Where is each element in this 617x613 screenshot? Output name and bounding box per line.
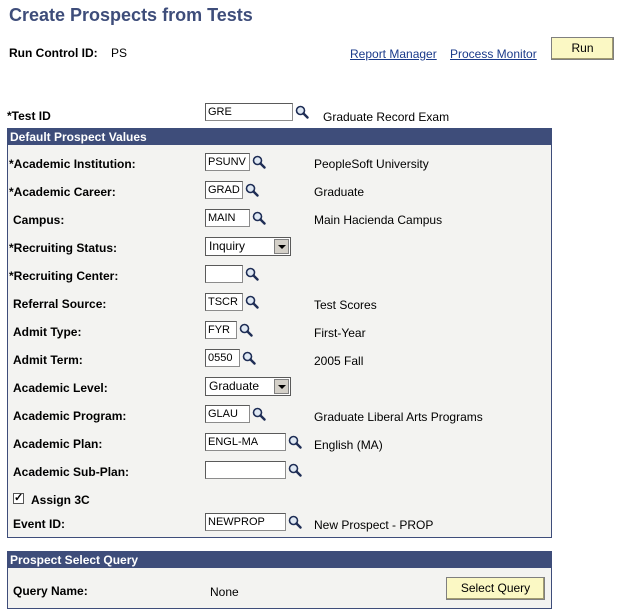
prospect-select-query-header: Prospect Select Query xyxy=(8,552,551,568)
recruiting-status-label: *Recruiting Status: xyxy=(9,241,118,255)
recruiting-center-label: *Recruiting Center: xyxy=(9,269,119,283)
academic-institution-desc: PeopleSoft University xyxy=(314,157,429,171)
recruiting-status-value: Inquiry xyxy=(209,239,246,253)
admit-term-desc: 2005 Fall xyxy=(314,354,364,368)
admit-type-label: Admit Type: xyxy=(13,325,82,339)
academic-career-desc: Graduate xyxy=(314,185,365,199)
assign-3c-label: Assign 3C xyxy=(31,493,90,507)
query-name-label: Query Name: xyxy=(13,584,88,598)
checkmark-icon: ✓ xyxy=(14,492,24,504)
event-id-input[interactable]: NEWPROP xyxy=(205,513,286,531)
academic-plan-lookup-icon[interactable] xyxy=(288,435,302,449)
admit-type-lookup-icon[interactable] xyxy=(239,323,253,337)
page-title: Create Prospects from Tests xyxy=(9,5,253,25)
academic-career-label: *Academic Career: xyxy=(9,185,116,199)
admit-type-desc: First-Year xyxy=(314,326,366,340)
event-id-desc: New Prospect - PROP xyxy=(314,518,434,532)
run-control-value: PS xyxy=(111,46,128,60)
event-id-lookup-icon[interactable] xyxy=(288,515,302,529)
academic-institution-input[interactable]: PSUNV xyxy=(205,153,250,171)
academic-subplan-lookup-icon[interactable] xyxy=(288,463,302,477)
academic-career-input[interactable]: GRAD xyxy=(205,181,243,199)
campus-input[interactable]: MAIN xyxy=(205,209,250,227)
admit-type-input[interactable]: FYR xyxy=(205,321,237,339)
campus-desc: Main Hacienda Campus xyxy=(314,213,443,227)
academic-program-label: Academic Program: xyxy=(13,409,127,423)
academic-level-value: Graduate xyxy=(209,379,260,393)
dropdown-arrow-icon[interactable] xyxy=(274,379,289,394)
recruiting-status-select[interactable]: Inquiry xyxy=(205,237,291,256)
test-id-input[interactable]: GRE xyxy=(205,103,293,121)
campus-lookup-icon[interactable] xyxy=(252,211,266,225)
academic-subplan-input[interactable] xyxy=(205,461,286,479)
run-button[interactable]: Run xyxy=(551,37,614,60)
academic-program-desc: Graduate Liberal Arts Programs xyxy=(314,410,483,424)
academic-plan-label: Academic Plan: xyxy=(13,437,103,451)
academic-program-input[interactable]: GLAU xyxy=(205,405,250,423)
recruiting-center-lookup-icon[interactable] xyxy=(245,267,259,281)
referral-source-desc: Test Scores xyxy=(314,298,377,312)
academic-institution-label: *Academic Institution: xyxy=(9,157,136,171)
academic-institution-lookup-icon[interactable] xyxy=(252,155,266,169)
query-name-value: None xyxy=(210,585,239,599)
academic-plan-input[interactable]: ENGL-MA xyxy=(205,433,286,451)
academic-level-label: Academic Level: xyxy=(13,381,108,395)
referral-source-input[interactable]: TSCR xyxy=(205,293,243,311)
recruiting-center-input[interactable] xyxy=(205,265,243,283)
admit-term-lookup-icon[interactable] xyxy=(242,351,256,365)
process-monitor-link[interactable]: Process Monitor xyxy=(450,47,537,61)
dropdown-arrow-icon[interactable] xyxy=(274,239,289,254)
report-manager-link[interactable]: Report Manager xyxy=(350,47,437,61)
event-id-label: Event ID: xyxy=(13,517,66,531)
academic-subplan-label: Academic Sub-Plan: xyxy=(13,465,130,479)
academic-career-lookup-icon[interactable] xyxy=(245,183,259,197)
select-query-button[interactable]: Select Query xyxy=(446,577,545,600)
test-id-lookup-icon[interactable] xyxy=(295,105,309,119)
referral-source-lookup-icon[interactable] xyxy=(245,295,259,309)
run-control-label: Run Control ID: xyxy=(9,46,98,60)
academic-program-lookup-icon[interactable] xyxy=(252,407,266,421)
default-prospect-values-header: Default Prospect Values xyxy=(8,129,551,145)
admit-term-input[interactable]: 0550 xyxy=(205,349,240,367)
referral-source-label: Referral Source: xyxy=(13,297,107,311)
academic-plan-desc: English (MA) xyxy=(314,438,383,452)
assign-3c-checkbox[interactable]: ✓ xyxy=(13,493,24,504)
test-id-label: *Test ID xyxy=(7,109,51,123)
campus-label: Campus: xyxy=(13,213,65,227)
admit-term-label: Admit Term: xyxy=(13,353,83,367)
test-id-desc: Graduate Record Exam xyxy=(323,110,450,124)
academic-level-select[interactable]: Graduate xyxy=(205,377,291,396)
